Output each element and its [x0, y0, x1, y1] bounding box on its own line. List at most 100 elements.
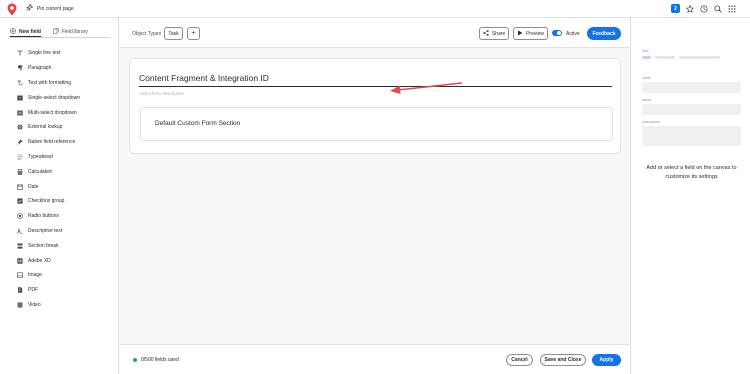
tab-new-field-label: New field — [19, 28, 41, 35]
field-item-label: External lookup — [28, 124, 63, 131]
field-item-label: PDF — [28, 287, 38, 294]
field-settings-panel: Size Label Name Instructions Add or sele… — [630, 18, 750, 374]
field-item-typeahead[interactable]: Typeahead — [17, 150, 80, 165]
label-input[interactable] — [642, 82, 741, 93]
adobe-xd-icon — [17, 257, 23, 264]
form-card: Content Fragment & Integration ID Add a … — [129, 58, 621, 154]
fields-used-count: 0/500 fields used — [141, 357, 179, 363]
field-item-label: Video — [28, 301, 41, 308]
label-field-label: Label — [642, 76, 651, 80]
status-dot — [133, 358, 137, 362]
field-item-label: Radio buttons — [28, 213, 59, 220]
field-item-checkbox-group[interactable]: Checkbox group — [17, 194, 80, 209]
field-item-descriptive-text[interactable]: Descriptive text — [17, 224, 80, 239]
field-item-paragraph[interactable]: Paragraph — [17, 61, 80, 76]
field-item-image[interactable]: Image — [17, 268, 80, 283]
field-item-label: Calculated — [28, 168, 52, 175]
library-icon — [53, 28, 59, 36]
instructions-field-label: Instructions — [642, 120, 660, 124]
size-option-large[interactable] — [679, 56, 720, 59]
field-item-label: Single line text — [28, 50, 61, 57]
radio-icon — [17, 213, 23, 219]
share-button[interactable]: Share — [479, 27, 509, 40]
form-description-input[interactable]: Add a form description — [139, 91, 184, 96]
field-item-section-break[interactable]: Section break — [17, 238, 80, 253]
field-item-native-field-reference[interactable]: Native field reference — [17, 135, 80, 150]
field-item-single-select-dropdown[interactable]: Single-select dropdown — [17, 90, 80, 105]
field-item-single-line-text[interactable]: Single line text — [17, 46, 80, 61]
field-item-label: Checkbox group — [28, 198, 65, 205]
field-item-label: Descriptive text — [28, 227, 63, 234]
search-icon[interactable] — [713, 4, 722, 13]
field-item-label: Single-select dropdown — [28, 94, 80, 101]
object-type-chip-task[interactable]: Task — [164, 27, 183, 40]
text-icon — [17, 50, 23, 56]
field-item-date[interactable]: Date — [17, 179, 80, 194]
tab-field-library-label: Field library — [61, 29, 88, 35]
title-underline — [139, 86, 612, 87]
cancel-button[interactable]: Cancel — [506, 354, 533, 366]
text-format-icon — [17, 80, 23, 86]
preview-button[interactable]: Preview — [513, 27, 548, 40]
settings-hint-text: Add or select a field on the canvas to c… — [646, 165, 737, 180]
form-title-input[interactable]: Content Fragment & Integration ID — [139, 73, 269, 83]
top-right-actions: 2 — [671, 4, 736, 13]
field-type-list: Single line text Paragraph Text with for… — [17, 46, 80, 312]
dropdown-icon — [17, 95, 23, 101]
pin-icon — [26, 3, 34, 13]
preview-label: Preview — [526, 30, 544, 37]
field-item-video[interactable]: Video — [17, 298, 80, 313]
size-label: Size — [642, 49, 649, 53]
pin-current-page-label: Pin current page — [37, 5, 74, 12]
checkbox-icon — [17, 198, 23, 204]
designer-footer: 0/500 fields used Cancel Save and Close … — [120, 344, 630, 374]
video-icon — [17, 302, 23, 308]
instructions-input[interactable] — [642, 126, 741, 146]
field-item-label: Text with formatting — [28, 79, 72, 86]
active-label: Active — [566, 31, 580, 37]
star-icon[interactable] — [685, 4, 694, 13]
notification-badge[interactable]: 2 — [671, 4, 680, 13]
pin-icon — [17, 139, 23, 146]
size-option-medium[interactable] — [655, 56, 675, 59]
history-icon[interactable] — [699, 4, 708, 13]
field-item-radio-buttons[interactable]: Radio buttons — [17, 209, 80, 224]
add-object-type-button[interactable]: + — [187, 27, 200, 40]
field-item-label: Native field reference — [28, 139, 76, 146]
calendar-icon — [17, 183, 23, 190]
field-item-pdf[interactable]: PDF — [17, 283, 80, 298]
save-and-close-button[interactable]: Save and Close — [540, 354, 586, 366]
field-item-label: Typeahead — [28, 153, 53, 160]
section-break-icon — [17, 243, 23, 249]
descriptive-text-icon — [17, 228, 23, 234]
tab-field-library[interactable]: Field library — [53, 27, 88, 37]
multi-dropdown-icon — [17, 110, 23, 116]
field-item-label: Date — [28, 183, 39, 190]
object-types-label: Object Types — [132, 31, 162, 37]
pin-current-page-button[interactable]: Pin current page — [26, 3, 74, 13]
field-item-text-with-formatting[interactable]: Text with formatting — [17, 76, 80, 91]
field-item-multi-select-dropdown[interactable]: Multi-select dropdown — [17, 105, 80, 120]
name-input[interactable] — [642, 104, 741, 115]
size-option-small[interactable] — [642, 56, 651, 59]
field-item-calculated[interactable]: Calculated — [17, 164, 80, 179]
typeahead-icon — [17, 154, 23, 160]
share-icon — [483, 29, 489, 38]
calculator-icon — [17, 169, 23, 175]
image-icon — [17, 272, 23, 278]
active-toggle[interactable] — [552, 30, 562, 36]
share-label: Share — [491, 30, 506, 37]
apply-button[interactable]: Apply — [592, 354, 621, 366]
field-item-external-lookup[interactable]: External lookup — [17, 120, 80, 135]
top-bar: Pin current page 2 — [0, 0, 750, 18]
field-item-label: Section break — [28, 242, 59, 249]
form-section[interactable]: Default Custom Form Section — [140, 107, 613, 141]
tab-new-field[interactable]: New field — [10, 27, 41, 37]
feedback-button[interactable]: Feedback — [587, 27, 621, 40]
apps-grid-icon[interactable] — [727, 4, 736, 13]
field-item-adobe-xd[interactable]: Adobe XD — [17, 253, 80, 268]
field-item-label: Image — [28, 272, 42, 279]
workfront-logo-icon[interactable] — [7, 3, 17, 16]
globe-icon — [17, 124, 23, 131]
field-item-label: Multi-select dropdown — [28, 109, 77, 116]
